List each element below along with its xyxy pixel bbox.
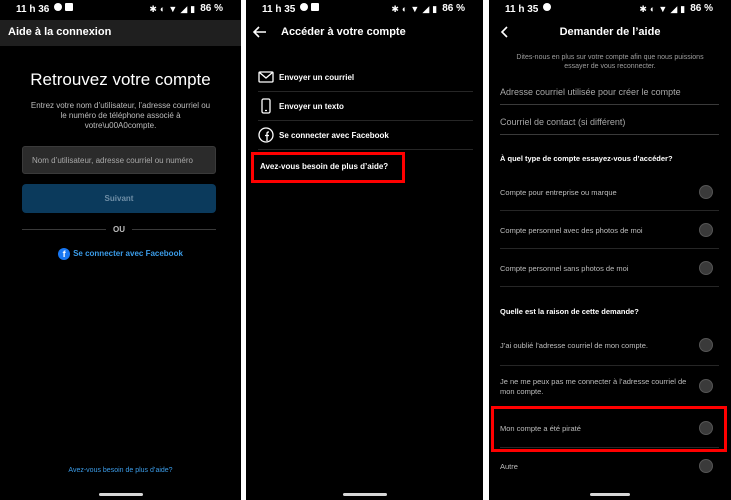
username-input[interactable]: Nom d’utilisateur, adresse courriel ou n… [22, 146, 216, 174]
rotate-icon: ◐ [649, 3, 656, 14]
bluetooth-icon: ✱ [149, 3, 157, 14]
more-help-link[interactable]: Avez-vous besoin de plus d’aide? [0, 467, 241, 474]
option-label: J’ai oublié l’adresse courriel de mon co… [500, 341, 648, 350]
reason-option[interactable]: Je ne me peux pas me connecter à l’adres… [500, 366, 719, 408]
image-icon [65, 3, 73, 11]
find-account-description: Entrez votre nom d’utilisateur, l’adress… [30, 101, 211, 130]
send-email-option[interactable]: Envoyer un courriel [258, 63, 473, 92]
signal-icon: ◢ [180, 3, 188, 14]
facebook-login-label: Se connecter avec Facebook [73, 249, 183, 259]
bluetooth-icon: ✱ [391, 3, 399, 14]
app-header: Aide à la connexion [0, 20, 241, 46]
facebook-icon [258, 127, 274, 143]
page-title: Accéder à votre compte [281, 26, 406, 38]
status-bar: 11 h 35 ✱ ◐ ▼ ◢ ▮ 86 % [489, 0, 731, 18]
battery-icon: ▮ [680, 3, 686, 14]
rotate-icon: ◐ [401, 3, 408, 14]
page-title: Aide à la connexion [8, 26, 112, 38]
status-bar: 11 h 36 ✱ ◐ ▼ ◢ ▮ 86 % [0, 0, 241, 18]
more-help-option[interactable]: Avez-vous besoin de plus d’aide? [251, 152, 405, 183]
signal-icon: ◢ [670, 3, 678, 14]
mail-icon [258, 71, 274, 83]
option-label: Autre [500, 462, 518, 471]
or-divider: OU [22, 224, 216, 236]
screen-login-help: 11 h 36 ✱ ◐ ▼ ◢ ▮ 86 % Aide à la connexi… [0, 0, 241, 500]
reason-option[interactable]: J’ai oublié l’adresse courriel de mon co… [500, 326, 719, 366]
home-indicator[interactable] [590, 493, 630, 496]
account-type-option[interactable]: Compte pour entreprise ou marque [500, 173, 719, 211]
account-type-option[interactable]: Compte personnel avec des photos de moi [500, 211, 719, 249]
screen-request-help: 11 h 35 ✱ ◐ ▼ ◢ ▮ 86 % Demander de l’aid… [489, 0, 731, 500]
option-label: Je ne me peux pas me connecter à l’adres… [500, 377, 687, 396]
highlight-box [491, 406, 727, 452]
account-type-option[interactable]: Compte personnel sans photos de moi [500, 249, 719, 287]
home-indicator[interactable] [342, 493, 387, 496]
next-button[interactable]: Suivant [22, 184, 216, 213]
account-email-field[interactable]: Adresse courriel utilisée pour créer le … [500, 79, 719, 105]
radio-button[interactable] [699, 261, 713, 275]
app-header: Demander de l’aide [489, 20, 731, 46]
status-time: 11 h 35 [262, 4, 296, 15]
image-icon [311, 3, 319, 11]
radio-button[interactable] [699, 338, 713, 352]
spotify-icon [300, 3, 308, 11]
home-indicator[interactable] [98, 493, 143, 496]
battery-level: 86 % [690, 3, 713, 14]
facebook-login-option[interactable]: Se connecter avec Facebook [258, 121, 473, 150]
bluetooth-icon: ✱ [639, 3, 647, 14]
send-text-label: Envoyer un texto [279, 102, 344, 111]
contact-email-field[interactable]: Courriel de contact (si différent) [500, 109, 719, 135]
facebook-login-label: Se connecter avec Facebook [279, 131, 389, 140]
wifi-icon: ▼ [168, 3, 178, 14]
option-label: Compte pour entreprise ou marque [500, 188, 617, 197]
screen-access-account: 11 h 35 ✱ ◐ ▼ ◢ ▮ 86 % Accéder à votre c… [246, 0, 483, 500]
radio-button[interactable] [699, 379, 713, 393]
status-time: 11 h 36 [16, 4, 50, 15]
find-account-heading: Retrouvez votre compte [30, 70, 211, 89]
radio-button[interactable] [699, 459, 713, 473]
option-label: Compte personnel avec des photos de moi [500, 226, 643, 235]
status-time: 11 h 35 [505, 4, 539, 15]
send-email-label: Envoyer un courriel [279, 73, 355, 82]
spotify-icon [54, 3, 62, 11]
reason-option[interactable]: Autre [500, 448, 719, 486]
option-label: Compte personnel sans photos de moi [500, 264, 629, 273]
phone-icon [261, 98, 271, 114]
facebook-icon: f [58, 248, 71, 260]
app-header: Accéder à votre compte [246, 20, 483, 46]
status-bar: 11 h 35 ✱ ◐ ▼ ◢ ▮ 86 % [246, 0, 483, 18]
help-intro-text: Dites-nous en plus sur votre compte afin… [516, 54, 704, 70]
wifi-icon: ▼ [410, 3, 420, 14]
radio-button[interactable] [699, 185, 713, 199]
send-text-option[interactable]: Envoyer un texto [258, 92, 473, 121]
signal-icon: ◢ [422, 3, 430, 14]
rotate-icon: ◐ [159, 3, 166, 14]
wifi-icon: ▼ [658, 3, 668, 14]
battery-level: 86 % [442, 3, 465, 14]
spotify-icon [543, 3, 551, 11]
page-title: Demander de l’aide [559, 26, 661, 38]
battery-level: 86 % [200, 3, 223, 14]
facebook-login-link[interactable]: f Se connecter avec Facebook [0, 248, 241, 260]
more-help-label: Avez-vous besoin de plus d’aide? [260, 162, 389, 171]
battery-icon: ▮ [190, 3, 196, 14]
account-type-question: À quel type de compte essayez-vous d’acc… [500, 154, 673, 163]
battery-icon: ▮ [432, 3, 438, 14]
radio-button[interactable] [699, 223, 713, 237]
reason-question: Quelle est la raison de cette demande? [500, 307, 639, 316]
back-arrow-icon[interactable] [252, 24, 268, 40]
